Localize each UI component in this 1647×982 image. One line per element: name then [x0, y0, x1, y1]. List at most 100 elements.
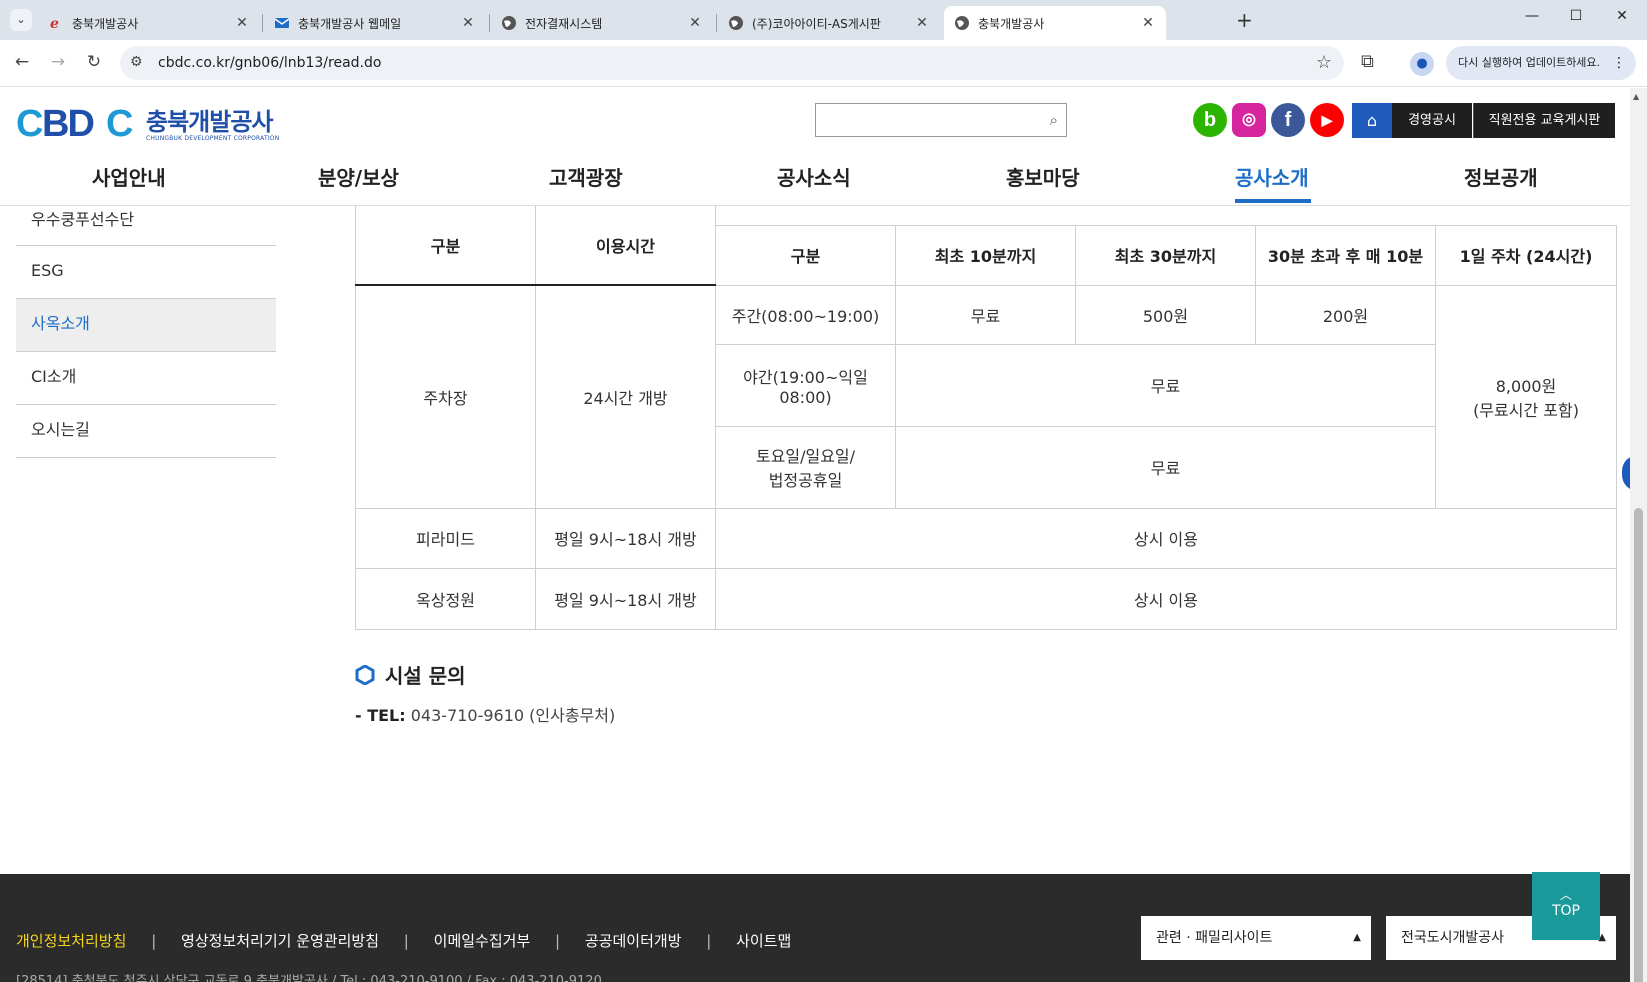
header-first30: 최초 30분까지: [1075, 224, 1256, 286]
footer-separator: |: [555, 932, 561, 950]
search-input[interactable]: [816, 104, 1026, 136]
search-icon[interactable]: ⌕: [1050, 111, 1058, 129]
footer-link-sitemap[interactable]: 사이트맵: [736, 930, 791, 951]
gnb-item-business[interactable]: 사업안내: [92, 162, 166, 191]
tab-search-chevron-icon[interactable]: ⌄: [10, 9, 32, 31]
browser-tab-1[interactable]: e 충북개발공사 ✕: [38, 6, 260, 40]
facebook-icon[interactable]: f: [1271, 103, 1305, 137]
hexagon-bullet-icon: [355, 663, 375, 686]
globe-icon: [501, 15, 517, 31]
close-icon[interactable]: ✕: [914, 15, 930, 31]
table-row: 옥상정원 평일 9시~18시 개방 상시 이용: [355, 567, 1618, 630]
window-close-icon[interactable]: ✕: [1612, 8, 1632, 24]
bookmark-star-icon[interactable]: ☆: [1316, 52, 1332, 73]
url-text[interactable]: cbdc.co.kr/gnb06/lnb13/read.do: [158, 55, 381, 71]
section-heading: 시설 문의: [355, 660, 466, 689]
svg-text:C: C: [16, 103, 43, 142]
footer-link-open-data[interactable]: 공공데이터개방: [585, 930, 682, 951]
update-label: 다시 실행하여 업데이트하세요.: [1458, 56, 1601, 69]
tab-divider: [262, 14, 263, 32]
tab-title: 전자결재시스템: [525, 16, 603, 31]
lnb-item-directions[interactable]: 오시는길: [16, 405, 276, 458]
close-icon[interactable]: ✕: [687, 15, 703, 31]
close-icon[interactable]: ✕: [1140, 15, 1156, 31]
scroll-thumb[interactable]: [1634, 508, 1643, 982]
lnb-item-ci[interactable]: CI소개: [16, 352, 276, 405]
parking-day-first30: 500원: [1075, 284, 1256, 345]
gnb-item-pr[interactable]: 홍보마당: [1006, 162, 1080, 191]
footer-address: [28514] 충청북도 청주시 상당구 교동로 9 충북개발공사 / Tel …: [16, 974, 602, 982]
address-bar[interactable]: ⚙ cbdc.co.kr/gnb06/lnb13/read.do ☆: [120, 46, 1344, 80]
parking-holiday-value: 무료: [895, 425, 1436, 509]
mail-icon: [274, 15, 290, 31]
update-button[interactable]: 다시 실행하여 업데이트하세요. ⋮: [1446, 46, 1636, 80]
rooftop-name: 옥상정원: [355, 567, 536, 630]
parking-holiday-label: 토요일/일요일/ 법정공휴일: [715, 425, 896, 509]
gnb-item-disclosure[interactable]: 정보공개: [1464, 162, 1538, 191]
contact-tel: - TEL: 043-710-9610 (인사총무처): [355, 702, 615, 726]
forward-arrow-icon[interactable]: →: [46, 52, 70, 72]
header-category: 구분: [355, 206, 536, 286]
youtube-icon[interactable]: ▶: [1310, 103, 1344, 137]
site-settings-icon[interactable]: ⚙: [130, 54, 143, 70]
site-logo[interactable]: C BD C 충북개발공사 CHUNGBUK DEVELOPMENT CORPO…: [16, 102, 279, 149]
more-menu-icon[interactable]: ⋮: [1612, 46, 1626, 80]
globe-icon: [728, 15, 744, 31]
pyramid-hours: 평일 9시~18시 개방: [535, 507, 716, 569]
active-tab-underline: [1235, 199, 1311, 203]
svg-text:e: e: [50, 16, 59, 31]
management-disclosure-button[interactable]: 경영공시: [1392, 103, 1472, 138]
gnb-item-customer[interactable]: 고객광장: [549, 162, 623, 191]
page-scrollbar[interactable]: ▲: [1630, 88, 1647, 982]
gnb-item-about[interactable]: 공사소개: [1235, 162, 1309, 191]
pyramid-name: 피라미드: [355, 507, 536, 569]
lnb-item-kungfu[interactable]: 우수쿵푸선수단: [16, 206, 276, 246]
maximize-icon[interactable]: ☐: [1566, 8, 1586, 24]
parking-hours: 24시간 개방: [535, 284, 716, 509]
staff-board-button[interactable]: 직원전용 교육게시판: [1473, 103, 1615, 138]
edge-e-icon: e: [48, 15, 64, 32]
scroll-top-button[interactable]: ︿ TOP: [1532, 872, 1600, 940]
home-icon[interactable]: ⌂: [1352, 103, 1392, 138]
lnb-item-building[interactable]: 사옥소개: [16, 299, 276, 352]
globe-icon: [954, 15, 970, 31]
minimize-icon[interactable]: —: [1522, 8, 1542, 24]
night-label-line1: 야간(19:00~익일: [743, 367, 868, 387]
footer-separator: |: [403, 932, 409, 950]
naver-blog-icon[interactable]: b: [1193, 103, 1227, 137]
footer-link-privacy[interactable]: 개인정보처리방침: [16, 930, 126, 951]
gnb-item-sales[interactable]: 분양/보상: [318, 162, 399, 191]
back-arrow-icon[interactable]: ←: [10, 52, 34, 72]
browser-tab-5-active[interactable]: 충북개발공사 ✕: [944, 6, 1166, 40]
svg-text:BD: BD: [42, 103, 93, 142]
browser-tab-2[interactable]: 충북개발공사 웹메일 ✕: [264, 6, 486, 40]
profile-avatar-icon[interactable]: ●: [1410, 52, 1434, 76]
main-content: 구분 이용시간 구분 최초 10분까지 최초 30분까지 30분 초과 후 매 …: [355, 206, 1618, 630]
related-sites-select[interactable]: 관련 · 패밀리사이트 ▲: [1141, 916, 1371, 960]
close-icon[interactable]: ✕: [234, 15, 250, 31]
new-tab-plus-icon[interactable]: +: [1236, 10, 1253, 30]
extensions-puzzle-icon[interactable]: ⧉: [1361, 51, 1374, 72]
scroll-up-arrow-icon[interactable]: ▲: [1633, 92, 1639, 101]
header-hours: 이용시간: [535, 206, 716, 286]
tab-divider: [716, 14, 717, 32]
footer-link-email-refusal[interactable]: 이메일수집거부: [434, 930, 531, 951]
tel-value: 043-710-9610 (인사총무처): [410, 706, 616, 725]
parking-day-first10: 무료: [895, 284, 1076, 345]
browser-tab-4[interactable]: (주)코아아이티-AS게시판 ✕: [718, 6, 940, 40]
gnb-item-news[interactable]: 공사소식: [777, 162, 851, 191]
facility-fee-table: 구분 이용시간 구분 최초 10분까지 최초 30분까지 30분 초과 후 매 …: [355, 206, 1618, 630]
browser-tab-3[interactable]: 전자결재시스템 ✕: [491, 6, 713, 40]
lnb-item-esg[interactable]: ESG: [16, 246, 276, 299]
table-row: 주차장 24시간 개방 주간(08:00~19:00) 무료 500원 200원…: [355, 284, 1618, 509]
parking-day-after30: 200원: [1255, 284, 1436, 345]
browser-tab-bar: ⌄ e 충북개발공사 ✕ 충북개발공사 웹메일 ✕ 전자결재시스템 ✕ (주)코…: [0, 0, 1647, 40]
reload-icon[interactable]: ↻: [82, 52, 106, 72]
instagram-icon[interactable]: ◎: [1232, 103, 1266, 137]
footer-link-cctv[interactable]: 영상정보처리기기 운영관리방침: [181, 930, 379, 951]
header-spacer: [714, 206, 1617, 226]
close-icon[interactable]: ✕: [460, 15, 476, 31]
city-dev-corp-label: 전국도시개발공사: [1401, 930, 1505, 946]
logo-mark: C BD C: [16, 102, 138, 149]
pyramid-value: 상시 이용: [714, 507, 1618, 569]
